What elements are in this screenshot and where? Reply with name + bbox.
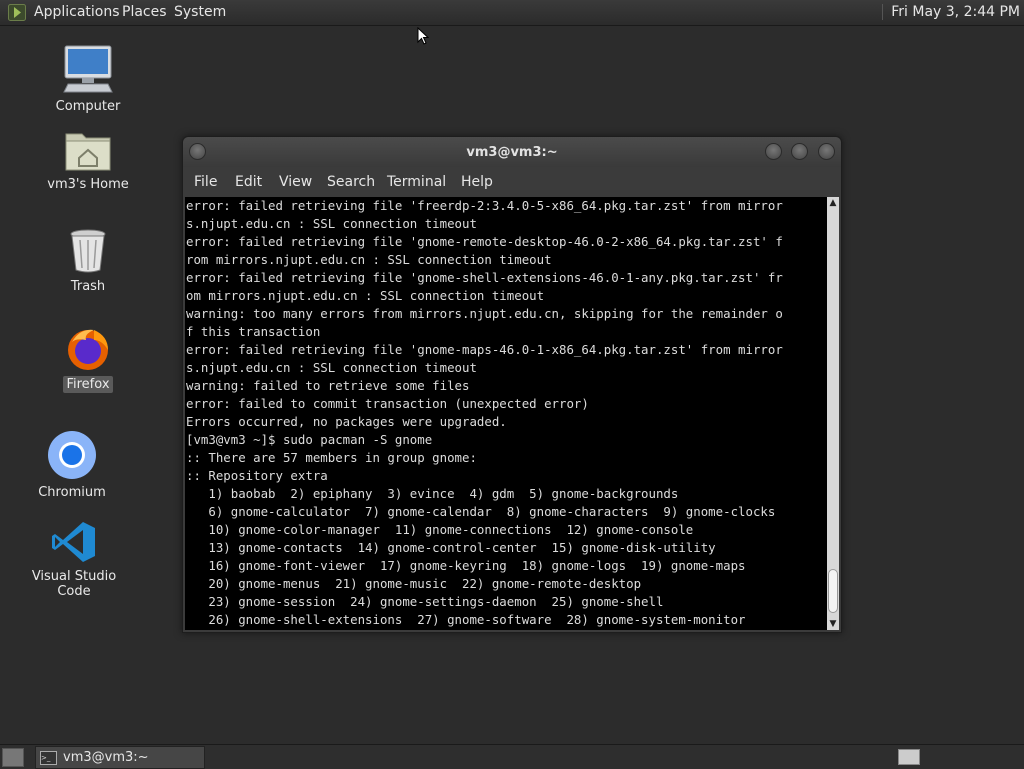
desktop-icon-label: Computer <box>55 99 121 114</box>
terminal-line: f this transaction <box>186 324 321 339</box>
vscode-icon <box>52 522 95 562</box>
window-title: vm3@vm3:~ <box>466 145 558 160</box>
system-menu[interactable]: System <box>174 4 226 20</box>
terminal-line: 10) gnome-color-manager 11) gnome-connec… <box>186 522 694 537</box>
maximize-button[interactable] <box>791 143 808 160</box>
terminal-line: error: failed retrieving file 'gnome-map… <box>186 342 783 357</box>
home-folder-icon <box>65 133 111 171</box>
window-titlebar[interactable]: vm3@vm3:~ <box>183 137 841 167</box>
terminal-scrollbar[interactable]: ▲ ▼ <box>827 197 839 630</box>
terminal-line: 26) gnome-shell-extensions 27) gnome-sof… <box>186 612 746 627</box>
terminal-menubar: File Edit View Search Terminal Help <box>183 169 841 195</box>
terminal-line: :: There are 57 members in group gnome: <box>186 450 477 465</box>
terminal-line: error: failed to commit transaction (une… <box>186 396 589 411</box>
computer-icon <box>63 45 113 93</box>
desktop-icon-trash[interactable]: Trash <box>33 228 143 295</box>
terminal-line: error: failed retrieving file 'gnome-she… <box>186 270 783 285</box>
terminal-icon: >_ <box>40 751 57 765</box>
scrollbar-thumb[interactable] <box>828 569 838 613</box>
menu-help[interactable]: Help <box>461 174 493 190</box>
trash-icon <box>70 229 106 273</box>
terminal-line: rom mirrors.njupt.edu.cn : SSL connectio… <box>186 252 552 267</box>
firefox-icon <box>68 329 108 370</box>
applications-menu[interactable]: Applications <box>34 4 120 20</box>
terminal-line: :: Repository extra <box>186 468 328 483</box>
terminal-line: 13) gnome-contacts 14) gnome-control-cen… <box>186 540 716 555</box>
desktop-icon-label: Chromium <box>38 485 106 500</box>
desktop-icon-label: Trash <box>70 279 106 294</box>
desktop-icon-vscode[interactable]: Visual Studio Code <box>19 520 129 600</box>
menu-edit[interactable]: Edit <box>235 174 262 190</box>
terminal-line: s.njupt.edu.cn : SSL connection timeout <box>186 216 477 231</box>
terminal-line: [vm3@vm3 ~]$ sudo pacman -S gnome <box>186 432 433 447</box>
terminal-line: 6) gnome-calculator 7) gnome-calendar 8)… <box>186 504 776 519</box>
desktop-icon-firefox[interactable]: Firefox <box>33 326 143 393</box>
desktop-icon-home[interactable]: vm3's Home <box>33 128 143 193</box>
chromium-icon <box>48 431 96 479</box>
menu-search[interactable]: Search <box>327 174 375 190</box>
places-menu[interactable]: Places <box>122 4 167 20</box>
taskbar-window-label: vm3@vm3:~ <box>63 750 149 765</box>
desktop-icon-label: Visual Studio Code <box>31 569 117 599</box>
mouse-pointer-icon <box>417 27 429 45</box>
menu-terminal[interactable]: Terminal <box>387 174 446 190</box>
terminal-line: Errors occurred, no packages were upgrad… <box>186 414 507 429</box>
terminal-line: om mirrors.njupt.edu.cn : SSL connection… <box>186 288 545 303</box>
terminal-window[interactable]: vm3@vm3:~ File Edit View Search Terminal… <box>182 136 842 633</box>
desktop-icon-label: vm3's Home <box>47 177 129 192</box>
terminal-line: error: failed retrieving file 'freerdp-2… <box>186 198 783 213</box>
menu-view[interactable]: View <box>279 174 312 190</box>
terminal-line: warning: failed to retrieve some files <box>186 378 470 393</box>
terminal-line: 16) gnome-font-viewer 17) gnome-keyring … <box>186 558 746 573</box>
scroll-down-arrow-icon[interactable]: ▼ <box>827 618 839 630</box>
terminal-line: 1) baobab 2) epiphany 3) evince 4) gdm 5… <box>186 486 679 501</box>
top-panel: Applications Places System Fri May 3, 2:… <box>0 0 1024 26</box>
terminal-line: 23) gnome-session 24) gnome-settings-dae… <box>186 594 664 609</box>
terminal-line: s.njupt.edu.cn : SSL connection timeout <box>186 360 477 375</box>
scroll-up-arrow-icon[interactable]: ▲ <box>827 197 839 209</box>
terminal-line: 20) gnome-menus 21) gnome-music 22) gnom… <box>186 576 642 591</box>
bottom-panel: >_ vm3@vm3:~ <box>0 744 1024 769</box>
terminal-line: warning: too many errors from mirrors.nj… <box>186 306 783 321</box>
desktop-icon-label: Firefox <box>63 376 113 393</box>
minimize-button[interactable] <box>765 143 782 160</box>
taskbar-window-button[interactable]: >_ vm3@vm3:~ <box>35 746 205 769</box>
workspace-switcher[interactable] <box>898 749 920 765</box>
close-button[interactable] <box>818 143 835 160</box>
clock[interactable]: Fri May 3, 2:44 PM <box>882 4 1020 20</box>
terminal-output[interactable]: error: failed retrieving file 'freerdp-2… <box>185 197 827 630</box>
desktop-icon-chromium[interactable]: Chromium <box>17 430 127 501</box>
terminal-line: error: failed retrieving file 'gnome-rem… <box>186 234 783 249</box>
menu-file[interactable]: File <box>194 174 217 190</box>
desktop-icon-computer[interactable]: Computer <box>33 44 143 115</box>
show-desktop-icon[interactable] <box>2 748 24 767</box>
applications-logo-icon[interactable] <box>8 4 26 21</box>
